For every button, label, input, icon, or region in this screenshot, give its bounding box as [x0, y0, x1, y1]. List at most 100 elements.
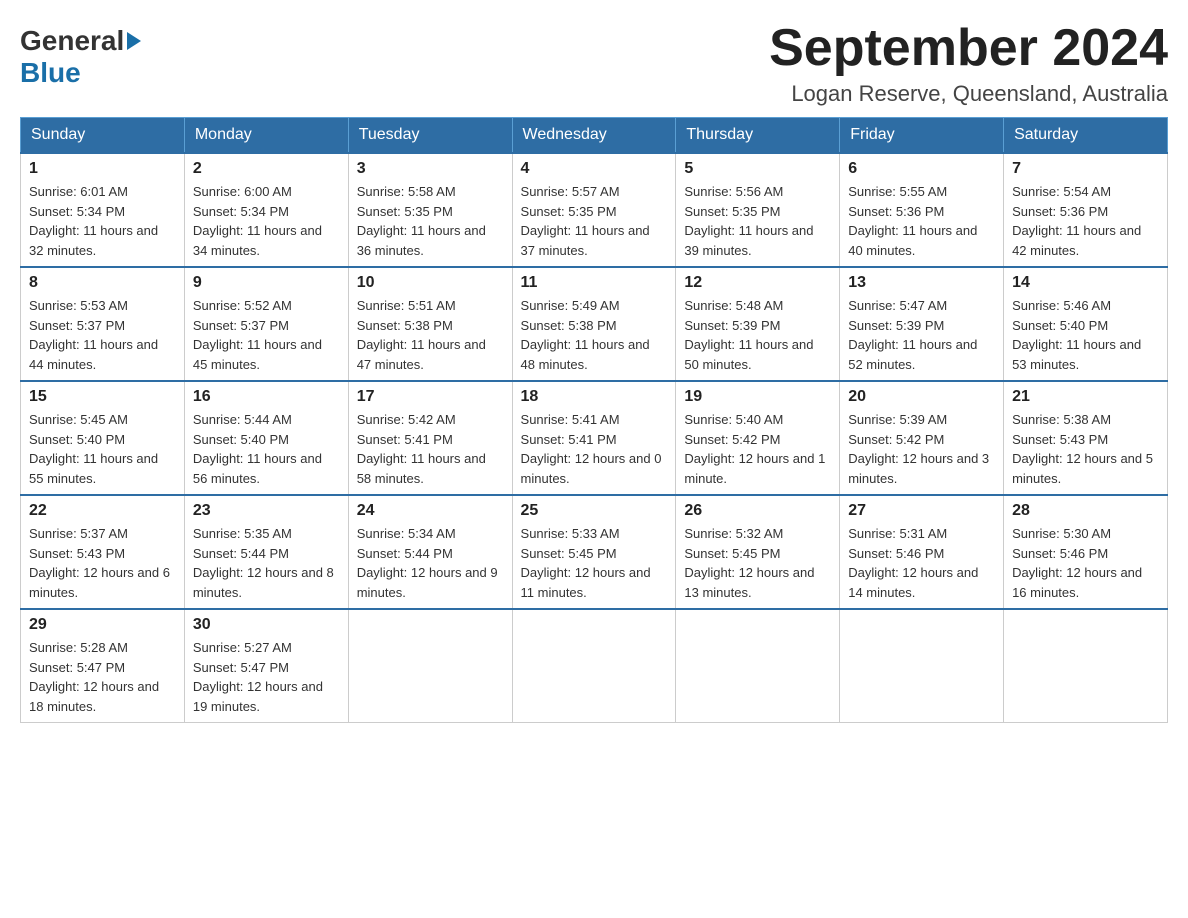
day-info: Sunrise: 5:45 AMSunset: 5:40 PMDaylight:…: [29, 410, 176, 488]
calendar-cell: 11Sunrise: 5:49 AMSunset: 5:38 PMDayligh…: [512, 267, 676, 381]
day-number: 17: [357, 388, 504, 406]
day-info: Sunrise: 5:58 AMSunset: 5:35 PMDaylight:…: [357, 182, 504, 260]
subtitle: Logan Reserve, Queensland, Australia: [769, 81, 1168, 107]
calendar-cell: 29 Sunrise: 5:28 AMSunset: 5:47 PMDayligh…: [21, 609, 185, 723]
day-number: 25: [521, 502, 668, 520]
calendar-cell: [512, 609, 676, 723]
calendar-cell: 24 Sunrise: 5:34 AMSunset: 5:44 PMDayligh…: [348, 495, 512, 609]
calendar-cell: 7 Sunrise: 5:54 AMSunset: 5:36 PMDaylight…: [1004, 153, 1168, 267]
day-number: 28: [1012, 502, 1159, 520]
calendar-cell: 9 Sunrise: 5:52 AMSunset: 5:37 PMDaylight…: [184, 267, 348, 381]
day-number: 10: [357, 274, 504, 292]
calendar-cell: 30 Sunrise: 5:27 AMSunset: 5:47 PMDayligh…: [184, 609, 348, 723]
calendar-cell: 1 Sunrise: 6:01 AMSunset: 5:34 PMDaylight…: [21, 153, 185, 267]
day-info: Sunrise: 5:33 AMSunset: 5:45 PMDaylight:…: [521, 524, 668, 602]
calendar-cell: 27 Sunrise: 5:31 AMSunset: 5:46 PMDayligh…: [840, 495, 1004, 609]
day-info: Sunrise: 5:27 AMSunset: 5:47 PMDaylight:…: [193, 638, 340, 716]
day-number: 8: [29, 274, 176, 292]
day-number: 29: [29, 616, 176, 634]
calendar-cell: 18 Sunrise: 5:41 AMSunset: 5:41 PMDayligh…: [512, 381, 676, 495]
header-tuesday: Tuesday: [348, 118, 512, 154]
day-info: Sunrise: 5:32 AMSunset: 5:45 PMDaylight:…: [684, 524, 831, 602]
day-info: Sunrise: 5:44 AMSunset: 5:40 PMDaylight:…: [193, 410, 340, 488]
day-info: Sunrise: 5:37 AMSunset: 5:43 PMDaylight:…: [29, 524, 176, 602]
day-info: Sunrise: 5:35 AMSunset: 5:44 PMDaylight:…: [193, 524, 340, 602]
day-number: 14: [1012, 274, 1159, 292]
calendar-cell: [348, 609, 512, 723]
calendar-cell: [676, 609, 840, 723]
calendar-cell: 23 Sunrise: 5:35 AMSunset: 5:44 PMDayligh…: [184, 495, 348, 609]
calendar-cell: 13 Sunrise: 5:47 AMSunset: 5:39 PMDayligh…: [840, 267, 1004, 381]
day-info: Sunrise: 5:28 AMSunset: 5:47 PMDaylight:…: [29, 638, 176, 716]
day-info: Sunrise: 5:55 AMSunset: 5:36 PMDaylight:…: [848, 182, 995, 260]
calendar-cell: 8 Sunrise: 5:53 AMSunset: 5:37 PMDaylight…: [21, 267, 185, 381]
day-number: 13: [848, 274, 995, 292]
page-header: General Blue September 2024 Logan Reserv…: [20, 20, 1168, 107]
day-number: 20: [848, 388, 995, 406]
day-number: 1: [29, 160, 176, 178]
calendar-week-row: 15 Sunrise: 5:45 AMSunset: 5:40 PMDayligh…: [21, 381, 1168, 495]
day-info: Sunrise: 5:41 AMSunset: 5:41 PMDaylight:…: [521, 410, 668, 488]
day-number: 16: [193, 388, 340, 406]
day-info: Sunrise: 5:42 AMSunset: 5:41 PMDaylight:…: [357, 410, 504, 488]
day-info: Sunrise: 6:00 AMSunset: 5:34 PMDaylight:…: [193, 182, 340, 260]
day-number: 21: [1012, 388, 1159, 406]
day-info: Sunrise: 5:30 AMSunset: 5:46 PMDaylight:…: [1012, 524, 1159, 602]
day-info: Sunrise: 5:34 AMSunset: 5:44 PMDaylight:…: [357, 524, 504, 602]
day-info: Sunrise: 5:56 AMSunset: 5:35 PMDaylight:…: [684, 182, 831, 260]
logo-text-general: General: [20, 25, 124, 57]
calendar-cell: 22 Sunrise: 5:37 AMSunset: 5:43 PMDayligh…: [21, 495, 185, 609]
day-number: 5: [684, 160, 831, 178]
day-info: Sunrise: 5:47 AMSunset: 5:39 PMDaylight:…: [848, 296, 995, 374]
day-number: 2: [193, 160, 340, 178]
day-info: Sunrise: 6:01 AMSunset: 5:34 PMDaylight:…: [29, 182, 176, 260]
day-number: 15: [29, 388, 176, 406]
day-number: 23: [193, 502, 340, 520]
calendar-cell: 17 Sunrise: 5:42 AMSunset: 5:41 PMDayligh…: [348, 381, 512, 495]
title-section: September 2024 Logan Reserve, Queensland…: [769, 20, 1168, 107]
header-friday: Friday: [840, 118, 1004, 154]
day-number: 26: [684, 502, 831, 520]
day-number: 11: [521, 274, 668, 292]
calendar-week-row: 29 Sunrise: 5:28 AMSunset: 5:47 PMDayligh…: [21, 609, 1168, 723]
calendar-week-row: 1 Sunrise: 6:01 AMSunset: 5:34 PMDaylight…: [21, 153, 1168, 267]
calendar-week-row: 22 Sunrise: 5:37 AMSunset: 5:43 PMDayligh…: [21, 495, 1168, 609]
calendar-header-row: SundayMondayTuesdayWednesdayThursdayFrid…: [21, 118, 1168, 154]
day-number: 12: [684, 274, 831, 292]
day-number: 9: [193, 274, 340, 292]
day-info: Sunrise: 5:31 AMSunset: 5:46 PMDaylight:…: [848, 524, 995, 602]
header-saturday: Saturday: [1004, 118, 1168, 154]
calendar-cell: 12 Sunrise: 5:48 AMSunset: 5:39 PMDayligh…: [676, 267, 840, 381]
calendar-cell: [1004, 609, 1168, 723]
day-info: Sunrise: 5:53 AMSunset: 5:37 PMDaylight:…: [29, 296, 176, 374]
day-info: Sunrise: 5:46 AMSunset: 5:40 PMDaylight:…: [1012, 296, 1159, 374]
logo: General Blue: [20, 20, 141, 89]
calendar-cell: 21Sunrise: 5:38 AMSunset: 5:43 PMDayligh…: [1004, 381, 1168, 495]
calendar-cell: 25 Sunrise: 5:33 AMSunset: 5:45 PMDayligh…: [512, 495, 676, 609]
day-number: 3: [357, 160, 504, 178]
logo-arrow-icon: [127, 32, 141, 50]
day-number: 19: [684, 388, 831, 406]
day-number: 18: [521, 388, 668, 406]
day-number: 7: [1012, 160, 1159, 178]
calendar-table: SundayMondayTuesdayWednesdayThursdayFrid…: [20, 117, 1168, 723]
logo-line2: Blue: [20, 57, 81, 89]
day-info: Sunrise: 5:52 AMSunset: 5:37 PMDaylight:…: [193, 296, 340, 374]
day-info: Sunrise: 5:48 AMSunset: 5:39 PMDaylight:…: [684, 296, 831, 374]
day-number: 22: [29, 502, 176, 520]
calendar-cell: 26 Sunrise: 5:32 AMSunset: 5:45 PMDayligh…: [676, 495, 840, 609]
header-thursday: Thursday: [676, 118, 840, 154]
header-sunday: Sunday: [21, 118, 185, 154]
main-title: September 2024: [769, 20, 1168, 77]
day-info: Sunrise: 5:54 AMSunset: 5:36 PMDaylight:…: [1012, 182, 1159, 260]
day-number: 24: [357, 502, 504, 520]
calendar-cell: 16 Sunrise: 5:44 AMSunset: 5:40 PMDayligh…: [184, 381, 348, 495]
day-number: 27: [848, 502, 995, 520]
day-number: 30: [193, 616, 340, 634]
header-monday: Monday: [184, 118, 348, 154]
header-wednesday: Wednesday: [512, 118, 676, 154]
calendar-week-row: 8 Sunrise: 5:53 AMSunset: 5:37 PMDaylight…: [21, 267, 1168, 381]
calendar-cell: 19Sunrise: 5:40 AMSunset: 5:42 PMDayligh…: [676, 381, 840, 495]
calendar-cell: 3 Sunrise: 5:58 AMSunset: 5:35 PMDaylight…: [348, 153, 512, 267]
calendar-cell: 2 Sunrise: 6:00 AMSunset: 5:34 PMDaylight…: [184, 153, 348, 267]
